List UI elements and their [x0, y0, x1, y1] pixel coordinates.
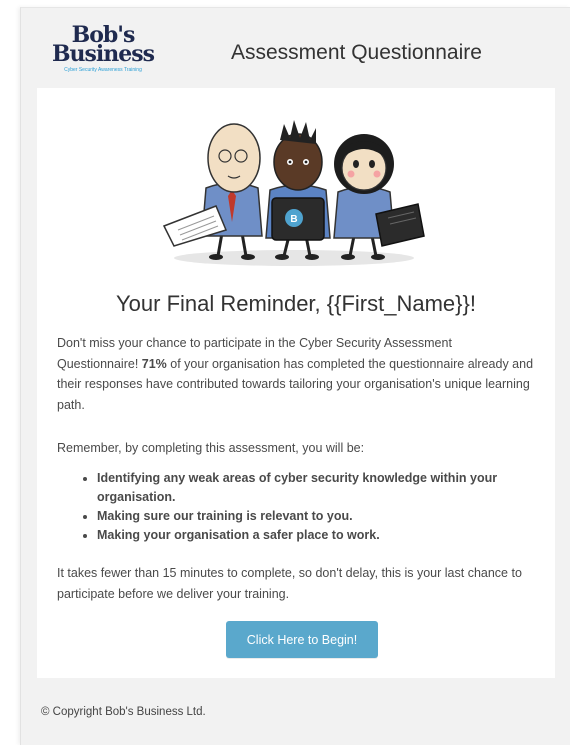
left-character [162, 123, 263, 260]
completion-percentage: 71% [141, 356, 167, 371]
email-header: Bob's Business Cyber Security Awareness … [21, 8, 570, 88]
logo-tagline: Cyber Security Awareness Training [64, 67, 142, 73]
intro-paragraph: Don't miss your chance to participate in… [57, 333, 535, 415]
logo-line-2: Business [51, 41, 155, 67]
header-title: Assessment Questionnaire [231, 41, 482, 64]
begin-button[interactable]: Click Here to Begin! [226, 621, 378, 658]
benefit-item: Making your organisation a safer place t… [97, 526, 557, 545]
email-frame: Bob's Business Cyber Security Awareness … [20, 7, 570, 745]
content-card: B Your Final Reminder, {{First_Name}}! D… [37, 88, 555, 678]
closing-paragraph: It takes fewer than 15 minutes to comple… [57, 566, 522, 601]
benefit-item: Identifying any weak areas of cyber secu… [97, 469, 557, 507]
laptop-badge-letter: B [290, 214, 297, 225]
benefit-item: Making sure our training is relevant to … [97, 507, 557, 526]
cartoon-characters-illustration: B [162, 120, 425, 266]
bobs-business-logo: Bob's Business Cyber Security Awareness … [47, 24, 159, 76]
footer-copyright: © Copyright Bob's Business Ltd. [41, 706, 206, 718]
right-character [333, 134, 425, 260]
reminder-title: Your Final Reminder, {{First_Name}}! [116, 291, 476, 316]
hero-illustration: B [37, 118, 555, 278]
middle-character: B [265, 120, 331, 260]
benefits-list: Identifying any weak areas of cyber secu… [77, 469, 557, 545]
remember-paragraph: Remember, by completing this assessment,… [57, 441, 365, 455]
